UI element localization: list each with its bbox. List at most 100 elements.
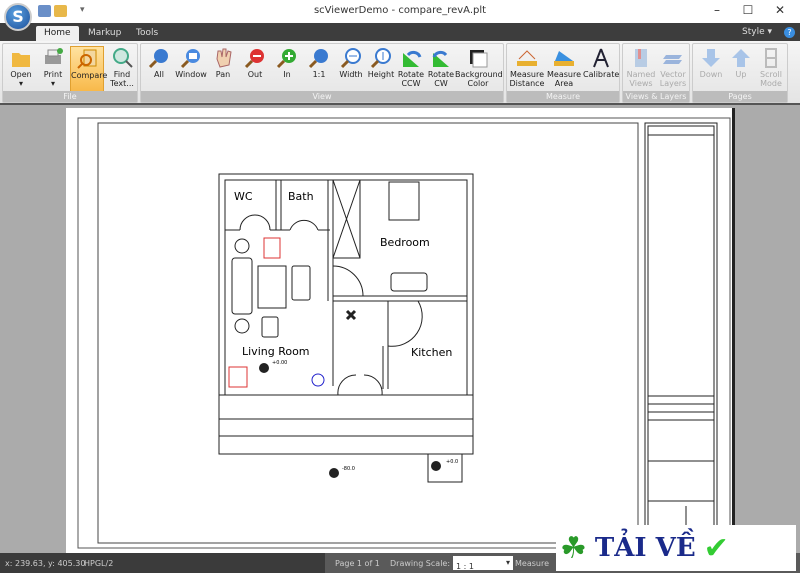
background-color-button[interactable]: Background Color (455, 46, 503, 92)
window-title: scViewerDemo - compare_revA.plt (313, 5, 487, 16)
label: In (283, 70, 291, 79)
zoom-out-button[interactable]: Out (239, 46, 271, 92)
label: Width (339, 70, 363, 79)
floor-plan-drawing (77, 117, 731, 549)
zoom-actual-icon (308, 49, 328, 69)
label: Measure Distance (509, 70, 545, 88)
title-bar: ▾ scViewerDemo - compare_revA.plt – ☐ ✕ (0, 0, 800, 23)
label: Rotate CW (427, 70, 455, 88)
scale-label: Drawing Scale: (390, 559, 451, 568)
rotate-ccw-button[interactable]: Rotate CCW (395, 46, 427, 92)
arrow-down-icon (702, 49, 720, 67)
tab-tools[interactable]: Tools (128, 26, 166, 41)
measure-area-icon (554, 51, 574, 66)
find-text-button[interactable]: Find Text... (106, 46, 138, 92)
print-button[interactable]: Print ▾ (37, 46, 69, 92)
label: Vector Layers (659, 70, 687, 88)
cursor-coordinates: x: 239.63, y: 405.30 (5, 559, 86, 568)
label: Open (10, 70, 32, 79)
folder-icon (12, 53, 30, 67)
close-button[interactable]: ✕ (770, 3, 790, 17)
label: Compare (71, 71, 108, 80)
arrow-up-icon (732, 49, 750, 67)
minimize-button[interactable]: – (707, 3, 727, 17)
group-label: Views & Layers (623, 91, 689, 102)
group-file: Open ▾ Print ▾ Compare Find Text... File (2, 43, 138, 103)
label: 1:1 (312, 70, 326, 79)
group-label: Pages (693, 91, 787, 102)
label: Rotate CCW (397, 70, 425, 88)
named-views-icon (635, 49, 647, 67)
style-label: Style (742, 27, 765, 37)
compass-icon (593, 48, 609, 68)
app-menu-button[interactable]: S (4, 3, 32, 31)
room-label-living-room: Living Room (242, 345, 310, 358)
open-button[interactable]: Open ▾ (5, 46, 37, 92)
compare-icon (77, 49, 97, 69)
measure-distance-icon (517, 50, 537, 66)
rotate-ccw-icon (403, 50, 422, 67)
label: Named Views (626, 70, 656, 88)
scale-value: 1 : 1 (456, 562, 474, 571)
page-up-button[interactable]: Up (725, 46, 757, 92)
rotate-cw-button[interactable]: Rotate CW (425, 46, 457, 92)
label: Find Text... (110, 70, 134, 88)
room-label-bath: Bath (288, 190, 314, 203)
zoom-in-button[interactable]: In (271, 46, 303, 92)
group-views-layers: Named Views Vector Layers Views & Layers (622, 43, 690, 103)
clover-icon: ☘ (560, 530, 587, 566)
maximize-button[interactable]: ☐ (738, 3, 758, 17)
room-label-bedroom: Bedroom (380, 236, 430, 249)
style-menu[interactable]: Style ▾ (742, 27, 772, 37)
group-pages: Down Up Scroll Mode Pages (692, 43, 788, 103)
zoom-width-icon (340, 48, 361, 69)
label: Background Color (455, 70, 503, 88)
level-marker: +0.00 (272, 360, 288, 366)
background-color-icon (470, 50, 488, 68)
room-label-wc: WC (234, 190, 253, 203)
label: Measure Area (547, 70, 581, 88)
label: Out (247, 70, 263, 79)
tab-markup[interactable]: Markup (80, 26, 129, 41)
calibrate-button[interactable]: Calibrate (583, 46, 619, 92)
zoom-all-icon (148, 49, 168, 69)
label: All (154, 70, 164, 79)
layers-icon (663, 55, 682, 64)
zoom-all-button[interactable]: All (143, 46, 175, 92)
zoom-1-1-button[interactable]: 1:1 (303, 46, 335, 92)
zoom-window-icon (180, 49, 200, 69)
scroll-mode-button[interactable]: Scroll Mode (755, 46, 787, 92)
ribbon-tabs: Home Markup Tools Style ▾ ? (0, 23, 800, 41)
file-format: HPGL/2 (84, 559, 114, 568)
zoom-width-button[interactable]: Width (335, 46, 367, 92)
hand-icon (216, 48, 232, 68)
vector-layers-button[interactable]: Vector Layers (657, 46, 689, 92)
drawing-scale-select[interactable]: 1 : 1 ▾ (453, 556, 513, 571)
help-icon[interactable]: ? (784, 27, 795, 38)
pan-button[interactable]: Pan (207, 46, 239, 92)
label: Scroll Mode (760, 70, 782, 88)
label: Pan (215, 70, 231, 79)
named-views-button[interactable]: Named Views (625, 46, 657, 92)
watermark: ☘ TẢI VỀ ✔ (556, 525, 796, 571)
measure-area-button[interactable]: Measure Area (547, 46, 581, 92)
zoom-out-icon (244, 49, 264, 69)
tab-home[interactable]: Home (36, 26, 79, 41)
label: Print (43, 70, 63, 79)
label: Calibrate (583, 70, 620, 79)
level-marker: -80.0 (342, 466, 355, 472)
zoom-height-button[interactable]: Height (365, 46, 397, 92)
group-label: View (141, 91, 503, 102)
label: Height (367, 70, 395, 79)
watermark-text: TẢI VỀ (594, 533, 696, 563)
drawing-canvas[interactable]: WC Bath Bedroom Living Room Kitchen +0.0… (0, 106, 800, 553)
compare-button[interactable]: Compare (70, 46, 108, 92)
group-measure: Measure Distance Measure Area Calibrate … (506, 43, 620, 103)
page-down-button[interactable]: Down (695, 46, 727, 92)
measure-distance-button[interactable]: Measure Distance (509, 46, 545, 92)
label: Window (175, 70, 207, 79)
label: Up (735, 70, 747, 79)
level-marker: +0.0 (446, 459, 459, 465)
zoom-window-button[interactable]: Window (175, 46, 207, 92)
room-label-kitchen: Kitchen (411, 346, 453, 359)
